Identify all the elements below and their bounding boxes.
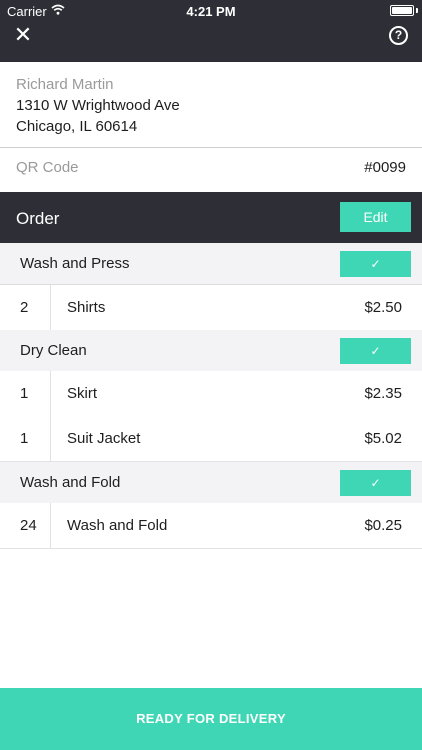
section-check-button[interactable]: ✓	[340, 251, 411, 277]
item-name: Shirts	[67, 299, 106, 316]
qr-code-label: QR Code	[16, 159, 79, 176]
section-title: Wash and Fold	[20, 474, 121, 491]
section-check-button[interactable]: ✓	[340, 470, 411, 496]
list-item[interactable]: 2 Shirts $2.50	[0, 285, 422, 331]
close-icon[interactable]: ✕	[10, 24, 36, 47]
status-bar: Carrier 4:21 PM	[0, 0, 422, 22]
top-bar: Carrier 4:21 PM ✕ ?	[0, 0, 422, 62]
list-item[interactable]: 24 Wash and Fold $0.25	[0, 503, 422, 549]
section-check-button[interactable]: ✓	[340, 338, 411, 364]
order-title: Order	[16, 209, 60, 228]
section-header-wash-and-fold: Wash and Fold ✓	[0, 462, 422, 504]
list-item[interactable]: 1 Skirt $2.35	[0, 371, 422, 417]
help-icon[interactable]: ?	[389, 26, 408, 45]
section-title: Wash and Press	[20, 255, 130, 272]
item-price: $2.35	[364, 385, 402, 402]
item-name: Suit Jacket	[67, 430, 141, 447]
item-name: Wash and Fold	[67, 517, 168, 534]
customer-info: Richard Martin 1310 W Wrightwood Ave Chi…	[16, 74, 180, 137]
item-quantity: 1	[0, 416, 51, 461]
item-quantity: 24	[0, 503, 51, 548]
section-title: Dry Clean	[20, 342, 87, 359]
qr-code-row: QR Code #0099	[0, 148, 422, 191]
battery-nub	[416, 8, 418, 13]
list-item[interactable]: 1 Suit Jacket $5.02	[0, 416, 422, 462]
address-line-2: Chicago, IL 60614	[16, 118, 138, 135]
customer-name: Richard Martin	[16, 76, 114, 93]
qr-code-value: #0099	[364, 159, 406, 176]
item-price: $5.02	[364, 430, 402, 447]
item-price: $0.25	[364, 517, 402, 534]
address-line-1: 1310 W Wrightwood Ave	[16, 97, 180, 114]
item-price: $2.50	[364, 299, 402, 316]
item-quantity: 2	[0, 285, 51, 330]
status-time: 4:21 PM	[186, 4, 236, 19]
section-header-dry-clean: Dry Clean ✓	[0, 330, 422, 372]
edit-button[interactable]: Edit	[340, 202, 411, 232]
item-name: Skirt	[67, 385, 97, 402]
ready-for-delivery-button[interactable]: READY FOR DELIVERY	[0, 688, 422, 750]
section-header-wash-and-press: Wash and Press ✓	[0, 243, 422, 285]
item-quantity: 1	[0, 371, 51, 416]
battery-icon	[390, 5, 414, 16]
